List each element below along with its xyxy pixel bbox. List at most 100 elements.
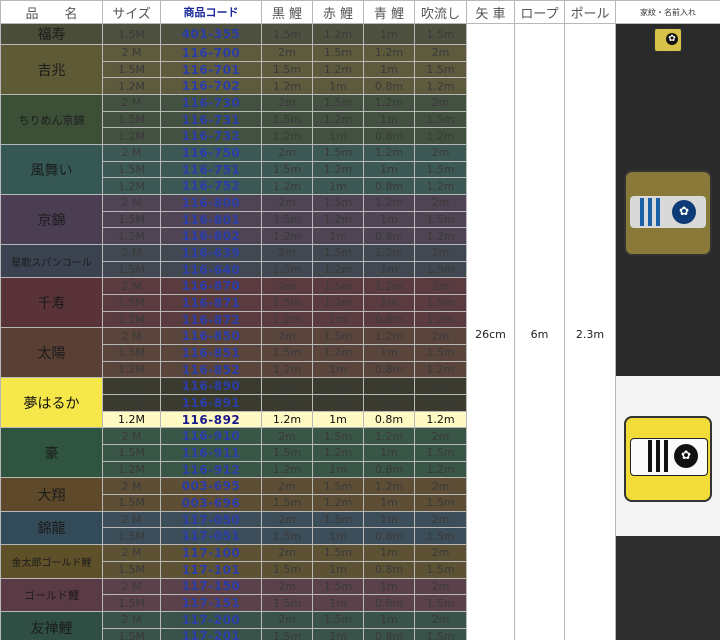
product-name[interactable]: 錦龍 <box>0 510 103 546</box>
blue-koi-cell: 0.8m <box>363 360 415 379</box>
fukinagashi-cell: 1.2m <box>414 310 467 329</box>
blue-koi-cell: 0.8m <box>363 177 415 196</box>
fukinagashi-cell: 1.5m <box>414 394 467 412</box>
size-cell: 1.5M <box>102 494 161 512</box>
product-name[interactable]: 太陽 <box>0 327 103 379</box>
product-code[interactable]: 116-751 <box>160 160 262 179</box>
yaguruma-cell: 26cm <box>466 22 515 640</box>
blue-koi-cell: 1m <box>363 610 415 629</box>
size-cell: 2 M <box>102 477 161 496</box>
product-name[interactable]: ゴールド鯉 <box>0 577 103 612</box>
product-name[interactable]: ちりめん京錦 <box>0 94 103 146</box>
header-row: 品 名 サイズ 商品コード 黒 鯉 赤 鯉 青 鯉 吹流し 矢 車 ロープ ポー… <box>0 0 720 24</box>
product-code[interactable]: 116-702 <box>160 77 262 96</box>
product-code[interactable]: 116-891 <box>160 394 262 412</box>
header-code: 商品コード <box>160 0 262 24</box>
blue-koi-cell: 1.2m <box>363 477 415 496</box>
size-cell: 2 M <box>102 277 161 296</box>
size-cell: 1.2M <box>102 177 161 196</box>
koinobori-crest-icon-highlight: ✿ <box>624 416 712 502</box>
product-code[interactable]: 116-851 <box>160 344 262 362</box>
product-code[interactable]: 116-801 <box>160 210 262 229</box>
product-code[interactable]: 116-752 <box>160 177 262 196</box>
product-code[interactable]: 116-731 <box>160 110 262 129</box>
product-code[interactable]: 116-872 <box>160 310 262 329</box>
product-name[interactable]: 友禅鯉 <box>0 610 103 640</box>
product-name[interactable]: 千寿 <box>0 277 103 329</box>
fukinagashi-cell: 1.5m <box>414 344 467 362</box>
product-code[interactable]: 116-870 <box>160 277 262 296</box>
product-code[interactable]: 116-802 <box>160 227 262 246</box>
red-koi-cell: 1m <box>312 77 364 96</box>
blue-koi-cell: 1.2m <box>363 94 415 112</box>
fukinagashi-cell: 1.2m <box>414 360 467 379</box>
product-name[interactable]: 金太郎ゴールド鯉 <box>0 544 103 579</box>
product-code[interactable]: 116-911 <box>160 444 262 462</box>
fukinagashi-cell: 1.2m <box>414 127 467 146</box>
product-code[interactable]: 003-696 <box>160 494 262 512</box>
product-code[interactable]: 116-700 <box>160 44 262 62</box>
blue-koi-cell: 0.8m <box>363 77 415 96</box>
blue-koi-cell: 1m <box>363 510 415 529</box>
product-code[interactable]: 117-200 <box>160 610 262 629</box>
size-cell: 2 M <box>102 610 161 629</box>
blue-koi-cell: 1.2m <box>363 144 415 162</box>
product-name[interactable]: 豪 <box>0 427 103 479</box>
black-koi-cell: 1.2m <box>261 127 313 146</box>
fukinagashi-cell: 1.2m <box>414 410 467 429</box>
product-name[interactable]: 夢はるか <box>0 377 103 429</box>
product-code[interactable]: 117-150 <box>160 577 262 596</box>
fukinagashi-cell: 1.5m <box>414 23 467 45</box>
product-code[interactable]: 116-871 <box>160 294 262 312</box>
red-koi-cell: 1.5m <box>312 510 364 529</box>
product-code[interactable]: 116-730 <box>160 94 262 112</box>
header-rope: ロープ <box>514 0 565 24</box>
black-koi-cell: 2m <box>261 44 313 62</box>
size-cell: 2 M <box>102 510 161 529</box>
product-name[interactable]: 吉兆 <box>0 43 103 96</box>
product-code[interactable]: 116-640 <box>160 260 262 279</box>
black-koi-cell: 1.5m <box>261 594 313 612</box>
product-code[interactable]: 117-051 <box>160 527 262 546</box>
black-koi-cell: 2m <box>261 277 313 296</box>
size-cell: 1.2M <box>102 360 161 379</box>
product-code[interactable]: 116-732 <box>160 127 262 146</box>
red-koi-cell: 1.5m <box>312 377 364 396</box>
product-code[interactable]: 116-890 <box>160 377 262 396</box>
product-name[interactable]: 大翔 <box>0 477 103 512</box>
product-code[interactable]: 116-639 <box>160 244 262 262</box>
fukinagashi-cell: 2m <box>414 144 467 162</box>
product-code[interactable]: 116-800 <box>160 194 262 212</box>
product-code[interactable]: 003-695 <box>160 477 262 496</box>
product-name[interactable]: 星歌スパンコール <box>0 244 103 279</box>
product-code[interactable]: 117-050 <box>160 510 262 529</box>
blue-koi-cell: 1m <box>363 394 415 412</box>
table-row[interactable]: 福寿 1.5M 401-355 1.5m 1.2m 1m 1.5m 26cm 6m 2.3m ✿ ✿ ✿ <box>0 22 720 640</box>
red-koi-cell: 1.5m <box>312 427 364 446</box>
product-code[interactable]: 117-201 <box>160 627 262 640</box>
product-code[interactable]: 116-910 <box>160 427 262 446</box>
product-code[interactable]: 117-100 <box>160 544 262 562</box>
product-code[interactable]: 116-850 <box>160 327 262 346</box>
product-code[interactable]: 116-701 <box>160 60 262 79</box>
red-koi-cell: 1.5m <box>312 277 364 296</box>
product-name[interactable]: 京錦 <box>0 194 103 246</box>
red-koi-cell: 1m <box>312 527 364 546</box>
product-code[interactable]: 116-750 <box>160 144 262 162</box>
blue-koi-cell: 1.2m <box>363 244 415 262</box>
product-name[interactable]: 風舞い <box>0 144 103 196</box>
product-code[interactable]: 401-355 <box>160 23 262 45</box>
black-koi-cell: 1.5m <box>261 160 313 179</box>
product-code[interactable]: 116-912 <box>160 460 262 479</box>
product-code[interactable]: 117-151 <box>160 594 262 612</box>
black-koi-cell: 2m <box>261 327 313 346</box>
product-code[interactable]: 116-852 <box>160 360 262 379</box>
red-koi-cell: 1.2m <box>312 294 364 312</box>
red-koi-cell: 1m <box>312 310 364 329</box>
header-yaguruma: 矢 車 <box>466 0 515 24</box>
size-cell: 1.2M <box>102 127 161 146</box>
product-name[interactable]: 福寿 <box>0 23 103 45</box>
product-code[interactable]: 116-892 <box>160 410 262 429</box>
product-code[interactable]: 117-101 <box>160 560 262 579</box>
black-koi-cell: 1.2m <box>261 460 313 479</box>
